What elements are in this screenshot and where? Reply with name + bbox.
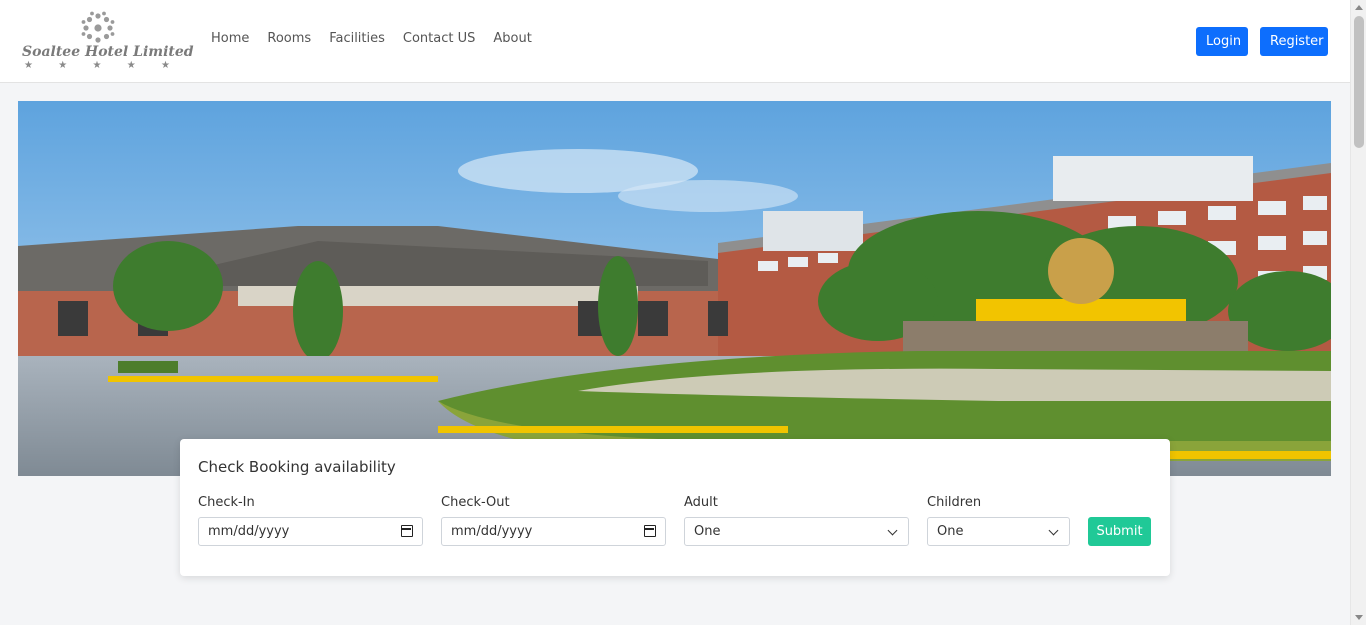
burst-logo-icon: [81, 11, 115, 43]
star-icon: ★: [161, 60, 170, 71]
checkout-label: Check-Out: [441, 495, 510, 510]
checkout-date-input[interactable]: mm/dd/yyyy: [441, 517, 666, 546]
adult-label: Adult: [684, 495, 718, 510]
booking-title: Check Booking availability: [198, 458, 396, 476]
children-label: Children: [927, 495, 982, 510]
children-select[interactable]: One: [927, 517, 1070, 546]
page-scrollbar[interactable]: [1350, 0, 1366, 625]
star-icon: ★: [126, 60, 136, 71]
chevron-down-icon: [887, 525, 898, 536]
nav-home[interactable]: Home: [211, 31, 249, 46]
adult-selected-value: One: [694, 524, 721, 539]
submit-button[interactable]: Submit: [1088, 517, 1151, 546]
register-button[interactable]: Register: [1260, 27, 1328, 56]
nav-facilities[interactable]: Facilities: [329, 31, 385, 46]
scroll-down-arrow-icon[interactable]: [1355, 615, 1363, 620]
calendar-icon[interactable]: [401, 525, 413, 537]
navbar: Soaltee Hotel Limited ★ ★ ★ ★ ★ Home Roo…: [0, 0, 1350, 83]
hotel-photo: [18, 101, 1331, 476]
nav-contact[interactable]: Contact US: [403, 31, 475, 46]
checkin-placeholder: mm/dd/yyyy: [208, 524, 290, 539]
scroll-up-arrow-icon[interactable]: [1355, 5, 1363, 10]
star-icon: ★: [92, 60, 102, 71]
calendar-icon[interactable]: [644, 525, 656, 537]
main-nav: Home Rooms Facilities Contact US About: [211, 31, 532, 46]
nav-rooms[interactable]: Rooms: [267, 31, 311, 46]
star-icon: ★: [58, 60, 68, 71]
booking-card: Check Booking availability Check-In mm/d…: [180, 439, 1170, 576]
hotel-logo[interactable]: Soaltee Hotel Limited ★ ★ ★ ★ ★: [22, 10, 194, 74]
children-selected-value: One: [937, 524, 964, 539]
scroll-thumb[interactable]: [1354, 16, 1364, 148]
star-icon: ★: [24, 60, 33, 71]
chevron-down-icon: [1048, 525, 1059, 536]
checkin-label: Check-In: [198, 495, 255, 510]
login-button[interactable]: Login: [1196, 27, 1248, 56]
nav-about[interactable]: About: [493, 31, 531, 46]
brand-name: Soaltee Hotel Limited: [22, 44, 194, 60]
adult-select[interactable]: One: [684, 517, 909, 546]
rating-stars: ★ ★ ★ ★ ★: [22, 60, 172, 71]
checkout-placeholder: mm/dd/yyyy: [451, 524, 533, 539]
checkin-date-input[interactable]: mm/dd/yyyy: [198, 517, 423, 546]
hero-image: [18, 101, 1331, 476]
